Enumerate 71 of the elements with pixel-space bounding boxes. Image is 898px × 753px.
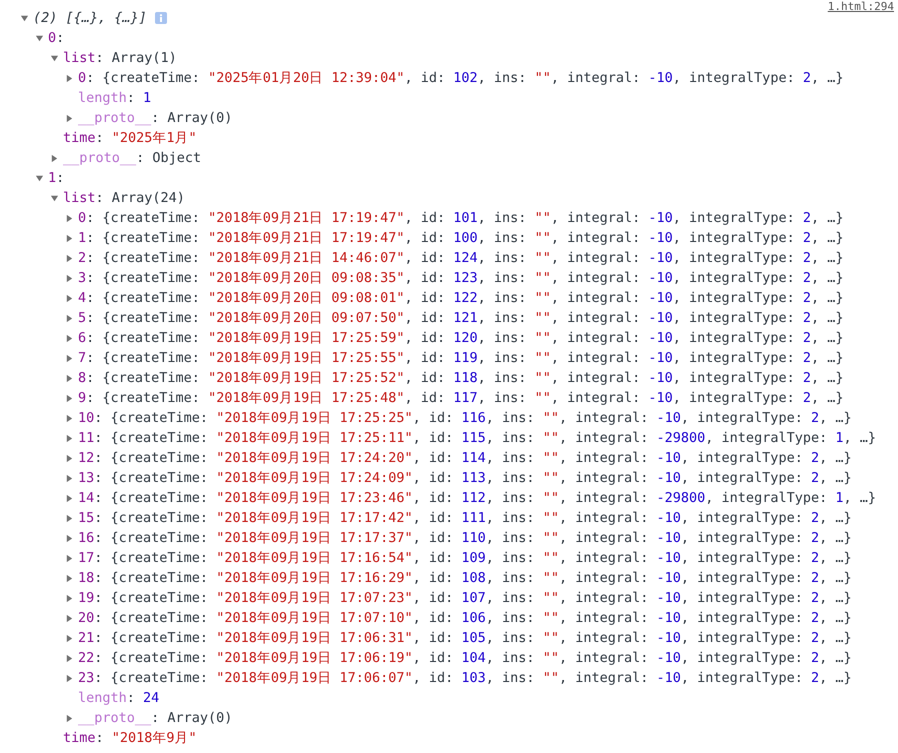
property-line[interactable]: __proto__: Array(0) [78, 710, 232, 726]
property-line[interactable]: 9: {createTime: "2018年09月19日 17:25:48", id: 117, ins: "", integral: -10, integralType: 2, …} [78, 389, 844, 407]
property-line[interactable]: list: Array(24) [63, 190, 185, 206]
property-line[interactable]: 22: {createTime: "2018年09月19日 17:06:19", id: 104, ins: "", integral: -10, integralType: 2, …} [78, 649, 852, 667]
property-line[interactable]: 5: {createTime: "2018年09月20日 09:07:50", id: 121, ins: "", integral: -10, integralType: 2, …} [78, 309, 844, 327]
expand-arrow-icon[interactable] [65, 294, 74, 302]
expand-arrow-icon[interactable] [65, 114, 74, 122]
expand-arrow-icon[interactable] [65, 414, 74, 422]
source-link[interactable]: 1.html:294 [828, 0, 894, 13]
property-line: length: 24 [78, 690, 160, 706]
expand-arrow-icon[interactable] [65, 634, 74, 642]
collapse-arrow-icon[interactable] [35, 174, 44, 182]
property-line[interactable]: 13: {createTime: "2018年09月19日 17:24:09", id: 113, ins: "", integral: -10, integralType: 2, …} [78, 469, 852, 487]
property-line[interactable]: 1: {createTime: "2018年09月21日 17:19:47", id: 100, ins: "", integral: -10, integralType: 2, …} [78, 229, 844, 247]
property-line[interactable]: 14: {createTime: "2018年09月19日 17:23:46", id: 112, ins: "", integral: -29800, integralType: 1, …} [78, 489, 876, 507]
property-line[interactable]: __proto__: Object [63, 150, 202, 166]
expand-arrow-icon[interactable] [65, 594, 74, 602]
collapse-arrow-icon[interactable] [35, 34, 44, 42]
expand-arrow-icon[interactable] [65, 234, 74, 242]
property-line[interactable]: 19: {createTime: "2018年09月19日 17:07:23", id: 107, ins: "", integral: -10, integralType: 2, …} [78, 589, 852, 607]
property-line[interactable]: __proto__: Array(0) [78, 110, 232, 126]
expand-arrow-icon[interactable] [50, 154, 59, 162]
collapse-arrow-icon[interactable] [20, 14, 29, 22]
property-line[interactable]: 8: {createTime: "2018年09月19日 17:25:52", id: 118, ins: "", integral: -10, integralType: 2, …} [78, 369, 844, 387]
expand-arrow-icon[interactable] [65, 314, 74, 322]
expand-arrow-icon[interactable] [65, 514, 74, 522]
property-line[interactable]: 23: {createTime: "2018年09月19日 17:06:07", id: 103, ins: "", integral: -10, integralType: 2, …} [78, 669, 852, 687]
property-line[interactable]: 7: {createTime: "2018年09月19日 17:25:55", id: 119, ins: "", integral: -10, integralType: 2, …} [78, 349, 844, 367]
property-line[interactable]: 6: {createTime: "2018年09月19日 17:25:59", id: 120, ins: "", integral: -10, integralType: 2, …} [78, 329, 844, 347]
property-line[interactable]: 2: {createTime: "2018年09月21日 14:46:07", id: 124, ins: "", integral: -10, integralType: 2, …} [78, 249, 844, 267]
expand-arrow-icon[interactable] [65, 574, 74, 582]
property-line: length: 1 [78, 90, 152, 106]
property-line[interactable]: 15: {createTime: "2018年09月19日 17:17:42", id: 111, ins: "", integral: -10, integralType: 2, …} [78, 509, 852, 527]
expand-arrow-icon[interactable] [65, 394, 74, 402]
property-line[interactable]: 4: {createTime: "2018年09月20日 09:08:01", id: 122, ins: "", integral: -10, integralType: 2, …} [78, 289, 844, 307]
property-line[interactable]: 1: [48, 170, 64, 186]
expand-arrow-icon[interactable] [65, 214, 74, 222]
expand-arrow-icon[interactable] [65, 554, 74, 562]
collapse-arrow-icon[interactable] [50, 54, 59, 62]
property-line[interactable]: 10: {createTime: "2018年09月19日 17:25:25", id: 116, ins: "", integral: -10, integralType: 2, …} [78, 409, 852, 427]
expand-arrow-icon[interactable] [65, 374, 74, 382]
expand-arrow-icon[interactable] [65, 254, 74, 262]
property-line[interactable]: 0: {createTime: "2025年01月20日 12:39:04", id: 102, ins: "", integral: -10, integralType: 2, …} [78, 69, 844, 87]
expand-arrow-icon[interactable] [65, 614, 74, 622]
property-line: time: "2025年1月" [63, 129, 197, 147]
expand-arrow-icon[interactable] [65, 714, 74, 722]
property-line[interactable]: 0: {createTime: "2018年09月21日 17:19:47", id: 101, ins: "", integral: -10, integralType: 2, …} [78, 209, 844, 227]
property-line[interactable]: 12: {createTime: "2018年09月19日 17:24:20", id: 114, ins: "", integral: -10, integralType: 2, …} [78, 449, 852, 467]
expand-arrow-icon[interactable] [65, 334, 74, 342]
expand-arrow-icon[interactable] [65, 494, 74, 502]
property-line[interactable]: (2) [{…}, {…}] [33, 10, 147, 26]
property-line[interactable]: 3: {createTime: "2018年09月20日 09:08:35", id: 123, ins: "", integral: -10, integralType: 2, …} [78, 269, 844, 287]
property-line[interactable]: 20: {createTime: "2018年09月19日 17:07:10", id: 106, ins: "", integral: -10, integralType: 2, …} [78, 609, 852, 627]
expand-arrow-icon[interactable] [65, 474, 74, 482]
expand-arrow-icon[interactable] [65, 534, 74, 542]
expand-arrow-icon[interactable] [65, 674, 74, 682]
property-line[interactable]: 18: {createTime: "2018年09月19日 17:16:29", id: 108, ins: "", integral: -10, integralType: 2, …} [78, 569, 852, 587]
collapse-arrow-icon[interactable] [50, 194, 59, 202]
property-line[interactable]: 17: {createTime: "2018年09月19日 17:16:54", id: 109, ins: "", integral: -10, integralType: 2, …} [78, 549, 852, 567]
expand-arrow-icon[interactable] [65, 454, 74, 462]
property-line[interactable]: list: Array(1) [63, 50, 177, 66]
expand-arrow-icon[interactable] [65, 74, 74, 82]
expand-arrow-icon[interactable] [65, 434, 74, 442]
expand-arrow-icon[interactable] [65, 654, 74, 662]
expand-arrow-icon[interactable] [65, 354, 74, 362]
property-line[interactable]: 21: {createTime: "2018年09月19日 17:06:31", id: 105, ins: "", integral: -10, integralType: 2, …} [78, 629, 852, 647]
property-line[interactable]: 0: [48, 30, 64, 46]
property-line: time: "2018年9月" [63, 729, 197, 747]
property-line[interactable]: 16: {createTime: "2018年09月19日 17:17:37", id: 110, ins: "", integral: -10, integralType: 2, …} [78, 529, 852, 547]
property-line[interactable]: 11: {createTime: "2018年09月19日 17:25:11", id: 115, ins: "", integral: -29800, integralType: 1, …} [78, 429, 876, 447]
expand-arrow-icon[interactable] [65, 274, 74, 282]
